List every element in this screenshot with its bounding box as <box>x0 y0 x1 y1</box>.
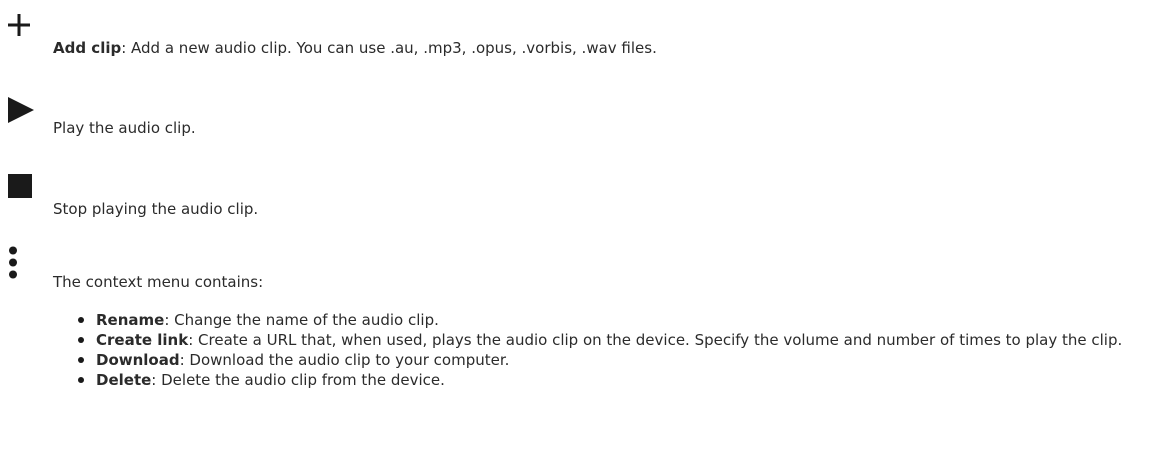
play-icon <box>8 97 34 123</box>
list-item: Download: Download the audio clip to you… <box>78 350 1153 370</box>
add-clip-term: Add clip <box>53 39 122 57</box>
plus-icon <box>8 14 30 36</box>
context-menu-list: Rename: Change the name of the audio cli… <box>78 310 1153 390</box>
add-clip-description: Add clip: Add a new audio clip. You can … <box>53 38 657 58</box>
more-vertical-icon <box>9 246 17 279</box>
stop-icon <box>8 174 32 198</box>
list-item: Create link: Create a URL that, when use… <box>78 330 1153 350</box>
delete-term: Delete <box>96 371 152 389</box>
rename-term: Rename <box>96 311 165 329</box>
download-text: : Download the audio clip to your comput… <box>179 351 510 369</box>
download-term: Download <box>96 351 180 369</box>
rename-text: : Change the name of the audio clip. <box>164 311 439 329</box>
play-description: Play the audio clip. <box>53 119 196 137</box>
add-clip-text: : Add a new audio clip. You can use .au,… <box>121 39 657 57</box>
list-item: Rename: Change the name of the audio cli… <box>78 310 1153 330</box>
create-link-text: : Create a URL that, when used, plays th… <box>188 331 1123 349</box>
stop-description: Stop playing the audio clip. <box>53 200 259 218</box>
context-menu-description: The context menu contains: <box>53 273 264 291</box>
delete-text: : Delete the audio clip from the device. <box>151 371 445 389</box>
list-item: Delete: Delete the audio clip from the d… <box>78 370 1153 390</box>
create-link-term: Create link <box>96 331 189 349</box>
